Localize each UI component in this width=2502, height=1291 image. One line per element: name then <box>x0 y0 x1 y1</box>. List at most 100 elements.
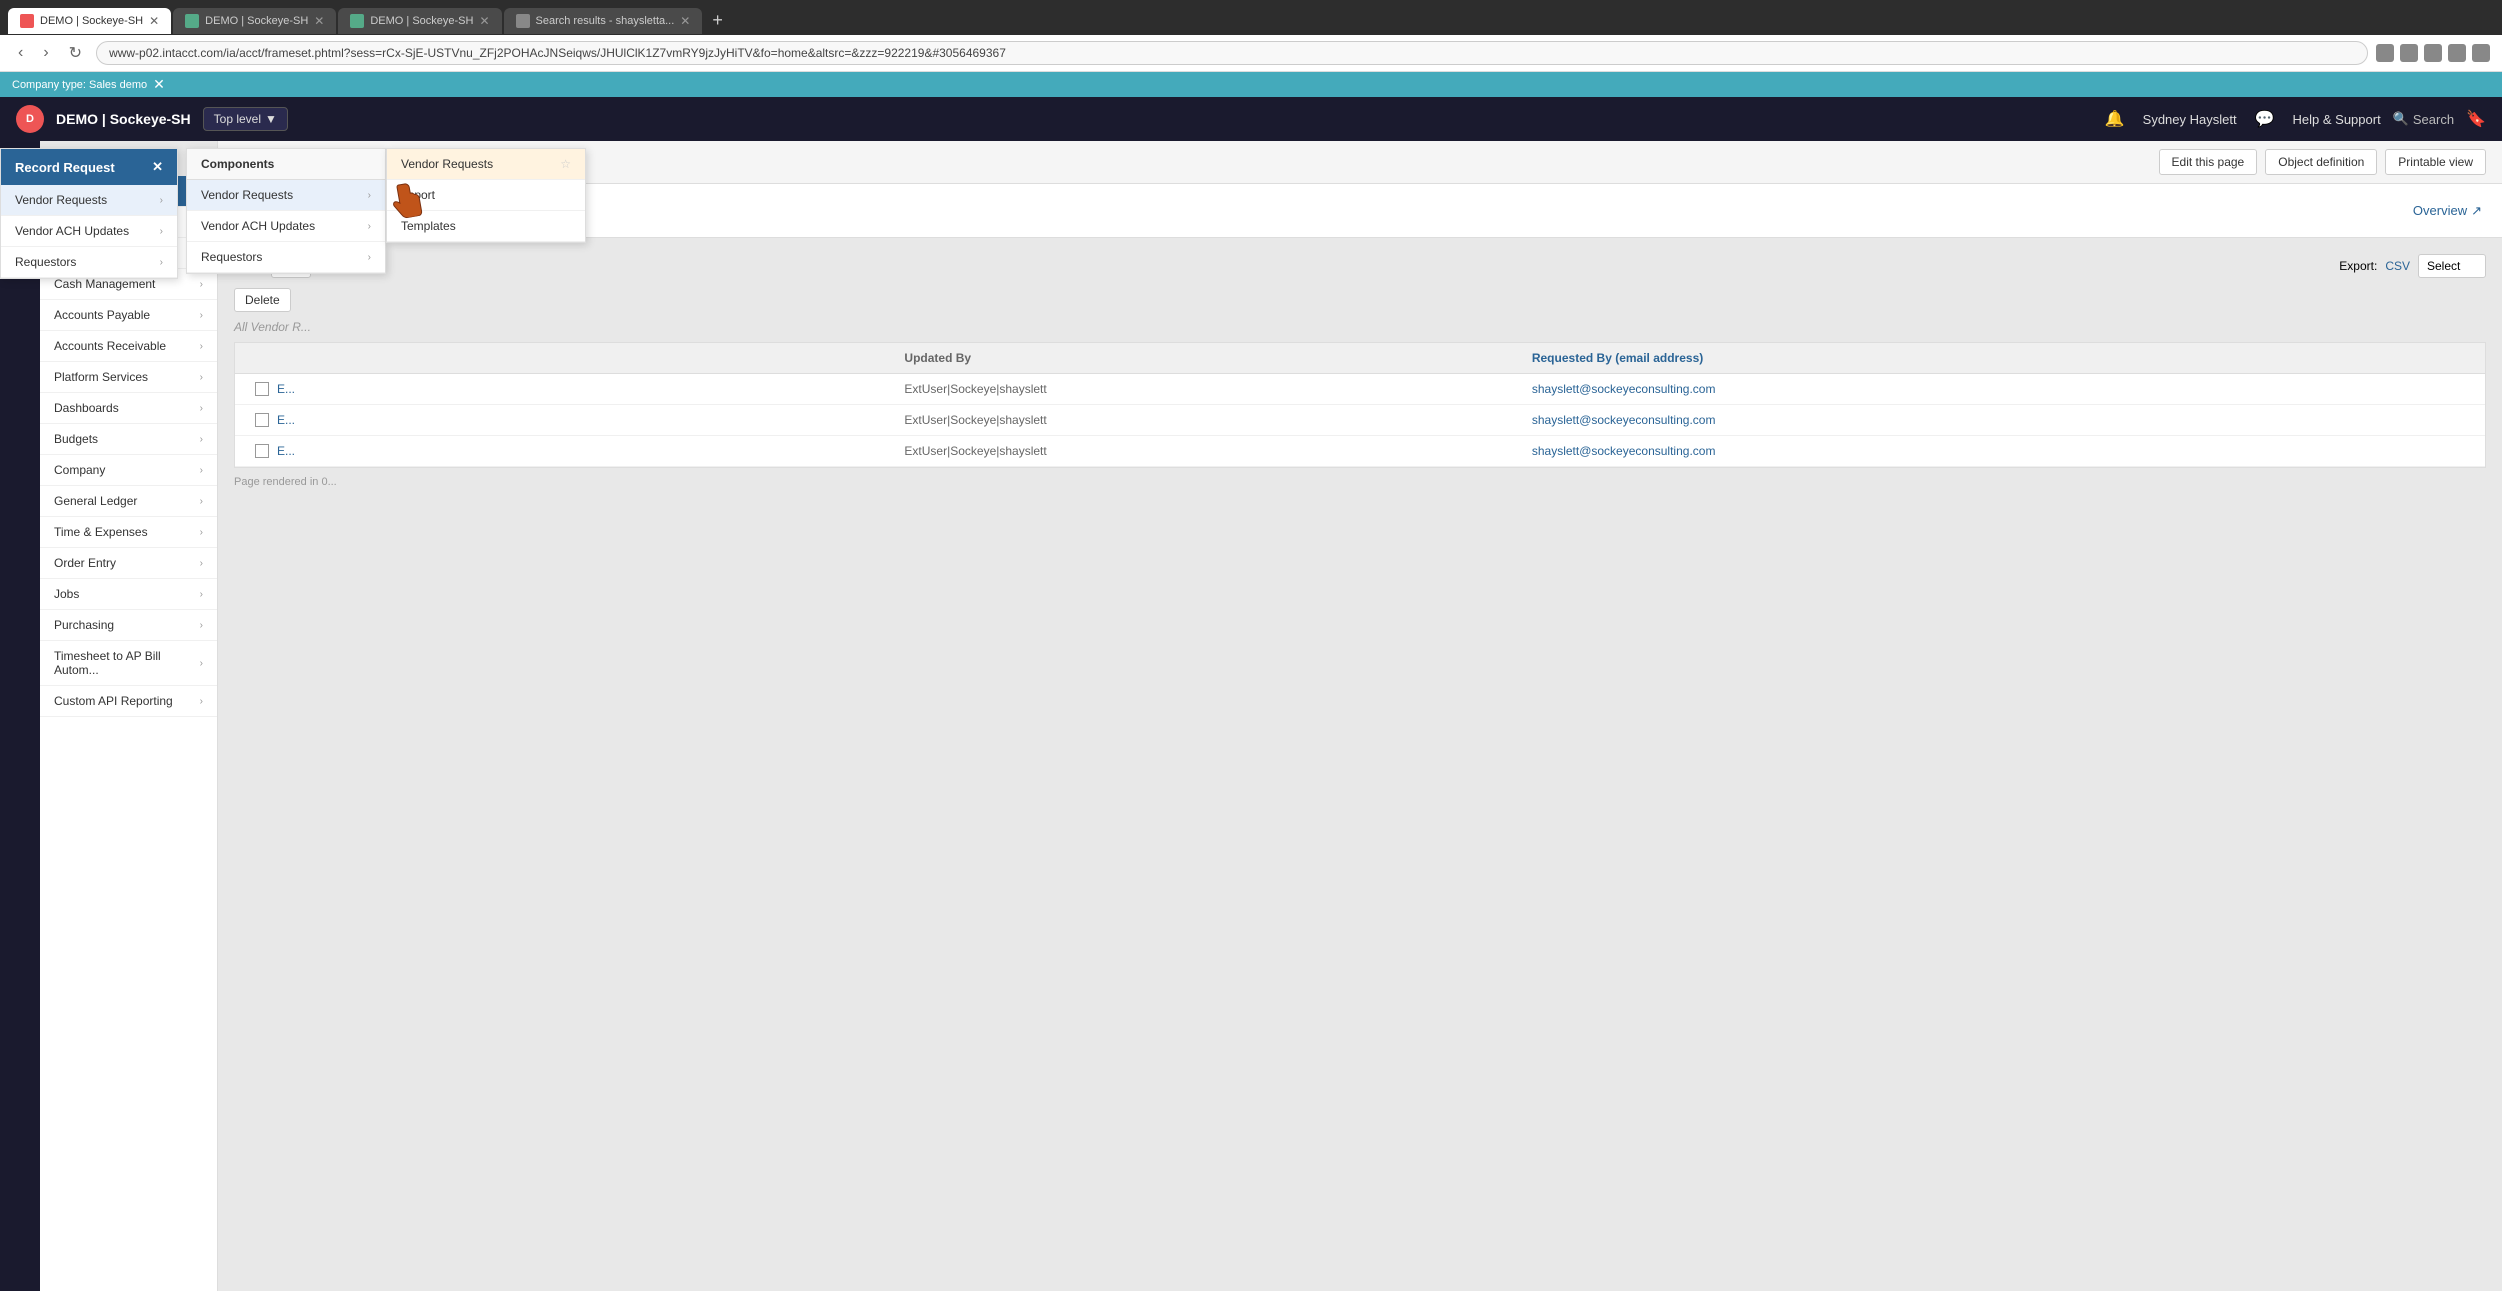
content-wrapper: Edit this page Object definition Printab… <box>218 141 2502 1291</box>
sidebar-chevron-1: › <box>200 217 203 228</box>
view-label: View: <box>234 259 263 273</box>
tab-all[interactable]: All <box>238 196 287 225</box>
tab-4[interactable]: Search results - shaysletta... ✕ <box>504 8 703 34</box>
delete-button[interactable]: Delete <box>234 288 291 312</box>
sidebar-label-company: Company <box>54 463 105 477</box>
tab-close-4[interactable]: ✕ <box>680 14 690 28</box>
sidebar-chevron-9: › <box>200 465 203 476</box>
sidebar-item-platform-services[interactable]: Platform Services › <box>40 362 217 393</box>
tab-close-2[interactable]: ✕ <box>314 14 324 28</box>
tab-1[interactable]: DEMO | Sockeye-SH ✕ <box>8 8 171 34</box>
overview-link[interactable]: Overview ↗ <box>2413 203 2482 219</box>
row3-requested[interactable]: shayslett@sockeyeconsulting.com <box>1532 444 2473 458</box>
star-icon[interactable]: ★ <box>13 151 27 171</box>
sidebar-item-dashboards[interactable]: Dashboards › <box>40 393 217 424</box>
user-name[interactable]: Sydney Hayslett <box>2143 112 2237 127</box>
new-tab-button[interactable]: + <box>704 6 731 35</box>
browser-ext-icon-5 <box>2472 44 2490 62</box>
sidebar-chevron-0: › <box>200 186 203 197</box>
sidebar-item-cash-management[interactable]: Cash Management › <box>40 269 217 300</box>
sidebar-item-company[interactable]: Company › <box>40 455 217 486</box>
sidebar-item-timesheet-ap[interactable]: Timesheet to AP Bill Autom... › <box>40 641 217 686</box>
row3-updated: ExtUser|Sockeye|shayslett <box>904 444 1531 458</box>
table-row-3: E... ExtUser|Sockeye|shayslett shayslett… <box>235 436 2485 467</box>
bookmark-icon[interactable]: 🔖 <box>2466 109 2486 129</box>
search-button[interactable]: 🔍 Search <box>2393 111 2454 127</box>
chat-icon[interactable]: 💬 <box>2255 109 2275 129</box>
sidebar-chevron-6: › <box>200 372 203 383</box>
tab-close-3[interactable]: ✕ <box>479 14 489 28</box>
sidebar-item-order-entry[interactable]: Order Entry › <box>40 548 217 579</box>
sidebar: Record Request ▼ Record Request › Constr… <box>40 141 218 1291</box>
row1-requested[interactable]: shayslett@sockeyeconsulting.com <box>1532 382 2473 396</box>
select-dropdown[interactable]: Select <box>2418 254 2486 278</box>
table-row-2: E... ExtUser|Sockeye|shayslett shayslett… <box>235 405 2485 436</box>
back-button[interactable]: ‹ <box>12 42 29 64</box>
edit-page-button[interactable]: Edit this page <box>2159 149 2258 175</box>
row1-name[interactable]: E... <box>277 382 904 396</box>
company-bar-close[interactable]: ✕ <box>153 76 165 93</box>
sidebar-item-time-expenses[interactable]: Time & Expenses › <box>40 517 217 548</box>
row3-checkbox[interactable] <box>247 444 277 458</box>
sidebar-item-reports[interactable]: Reports › <box>40 238 217 269</box>
sidebar-collapse-icon[interactable]: ▼ <box>190 151 203 166</box>
tab-favicon-4 <box>516 14 530 28</box>
sidebar-title: Record Request <box>54 151 154 166</box>
sidebar-chevron-15: › <box>200 658 203 669</box>
sidebar-item-budgets[interactable]: Budgets › <box>40 424 217 455</box>
table-area: View: A... Export: CSV Select Delete <box>218 238 2502 1291</box>
table-controls: View: A... Export: CSV Select <box>234 254 2486 278</box>
sidebar-label-accounts-payable: Accounts Payable <box>54 308 150 322</box>
tab-3[interactable]: DEMO | Sockeye-SH ✕ <box>338 8 501 34</box>
sidebar-item-jobs[interactable]: Jobs › <box>40 579 217 610</box>
sidebar-chevron-5: › <box>200 341 203 352</box>
tab-2[interactable]: DEMO | Sockeye-SH ✕ <box>173 8 336 34</box>
row3-name[interactable]: E... <box>277 444 904 458</box>
sidebar-label-accounts-receivable: Accounts Receivable <box>54 339 166 353</box>
url-input[interactable] <box>96 41 2368 65</box>
top-level-label: Top level <box>214 112 261 126</box>
address-bar: ‹ › ↻ <box>0 35 2502 72</box>
sidebar-chevron-14: › <box>200 620 203 631</box>
sidebar-item-purchasing[interactable]: Purchasing › <box>40 610 217 641</box>
home-icon[interactable]: ⌂ <box>15 187 25 205</box>
export-controls: Export: CSV Select <box>2339 254 2486 278</box>
sidebar-item-custom-api[interactable]: Custom API Reporting › <box>40 686 217 717</box>
view-controls: View: A... <box>234 254 311 278</box>
table-row-1: E... ExtUser|Sockeye|shayslett shayslett… <box>235 374 2485 405</box>
view-selector[interactable]: A... <box>271 254 311 278</box>
export-csv-link[interactable]: CSV <box>2385 259 2410 273</box>
sidebar-label-jobs: Jobs <box>54 587 79 601</box>
sidebar-label-construction: Construction | Sockeye <box>54 215 177 229</box>
action-controls: Delete <box>234 288 2486 312</box>
company-type-label: Company type: Sales demo <box>12 79 147 91</box>
tab-all-label: All <box>254 202 271 217</box>
top-level-button[interactable]: Top level ▼ <box>203 107 288 131</box>
sidebar-chevron-4: › <box>200 310 203 321</box>
printable-view-button[interactable]: Printable view <box>2385 149 2486 175</box>
sidebar-item-general-ledger[interactable]: General Ledger › <box>40 486 217 517</box>
row2-name[interactable]: E... <box>277 413 904 427</box>
col-header-updated: Updated By <box>904 351 1531 365</box>
page-toolbar: Edit this page Object definition Printab… <box>218 141 2502 184</box>
row2-requested[interactable]: shayslett@sockeyeconsulting.com <box>1532 413 2473 427</box>
sidebar-item-record-request[interactable]: Record Request › <box>40 176 217 207</box>
row1-checkbox[interactable] <box>247 382 277 396</box>
page-footer: Page rendered in 0... <box>234 468 2486 496</box>
sidebar-item-accounts-receivable[interactable]: Accounts Receivable › <box>40 331 217 362</box>
sidebar-item-construction[interactable]: Construction | Sockeye › <box>40 207 217 238</box>
sidebar-item-accounts-payable[interactable]: Accounts Payable › <box>40 300 217 331</box>
tab-bar: DEMO | Sockeye-SH ✕ DEMO | Sockeye-SH ✕ … <box>0 0 2502 35</box>
reload-button[interactable]: ↻ <box>63 41 88 65</box>
browser-chrome: DEMO | Sockeye-SH ✕ DEMO | Sockeye-SH ✕ … <box>0 0 2502 97</box>
sidebar-chevron-2: › <box>200 248 203 259</box>
content-header: All Overview ↗ <box>218 184 2502 238</box>
notification-icon[interactable]: 🔔 <box>2105 109 2125 129</box>
help-link[interactable]: Help & Support <box>2293 112 2381 127</box>
sidebar-header: Record Request ▼ <box>40 141 217 176</box>
col-header-check <box>247 351 277 365</box>
forward-button[interactable]: › <box>37 42 54 64</box>
object-definition-button[interactable]: Object definition <box>2265 149 2377 175</box>
row2-checkbox[interactable] <box>247 413 277 427</box>
tab-close-1[interactable]: ✕ <box>149 14 159 28</box>
